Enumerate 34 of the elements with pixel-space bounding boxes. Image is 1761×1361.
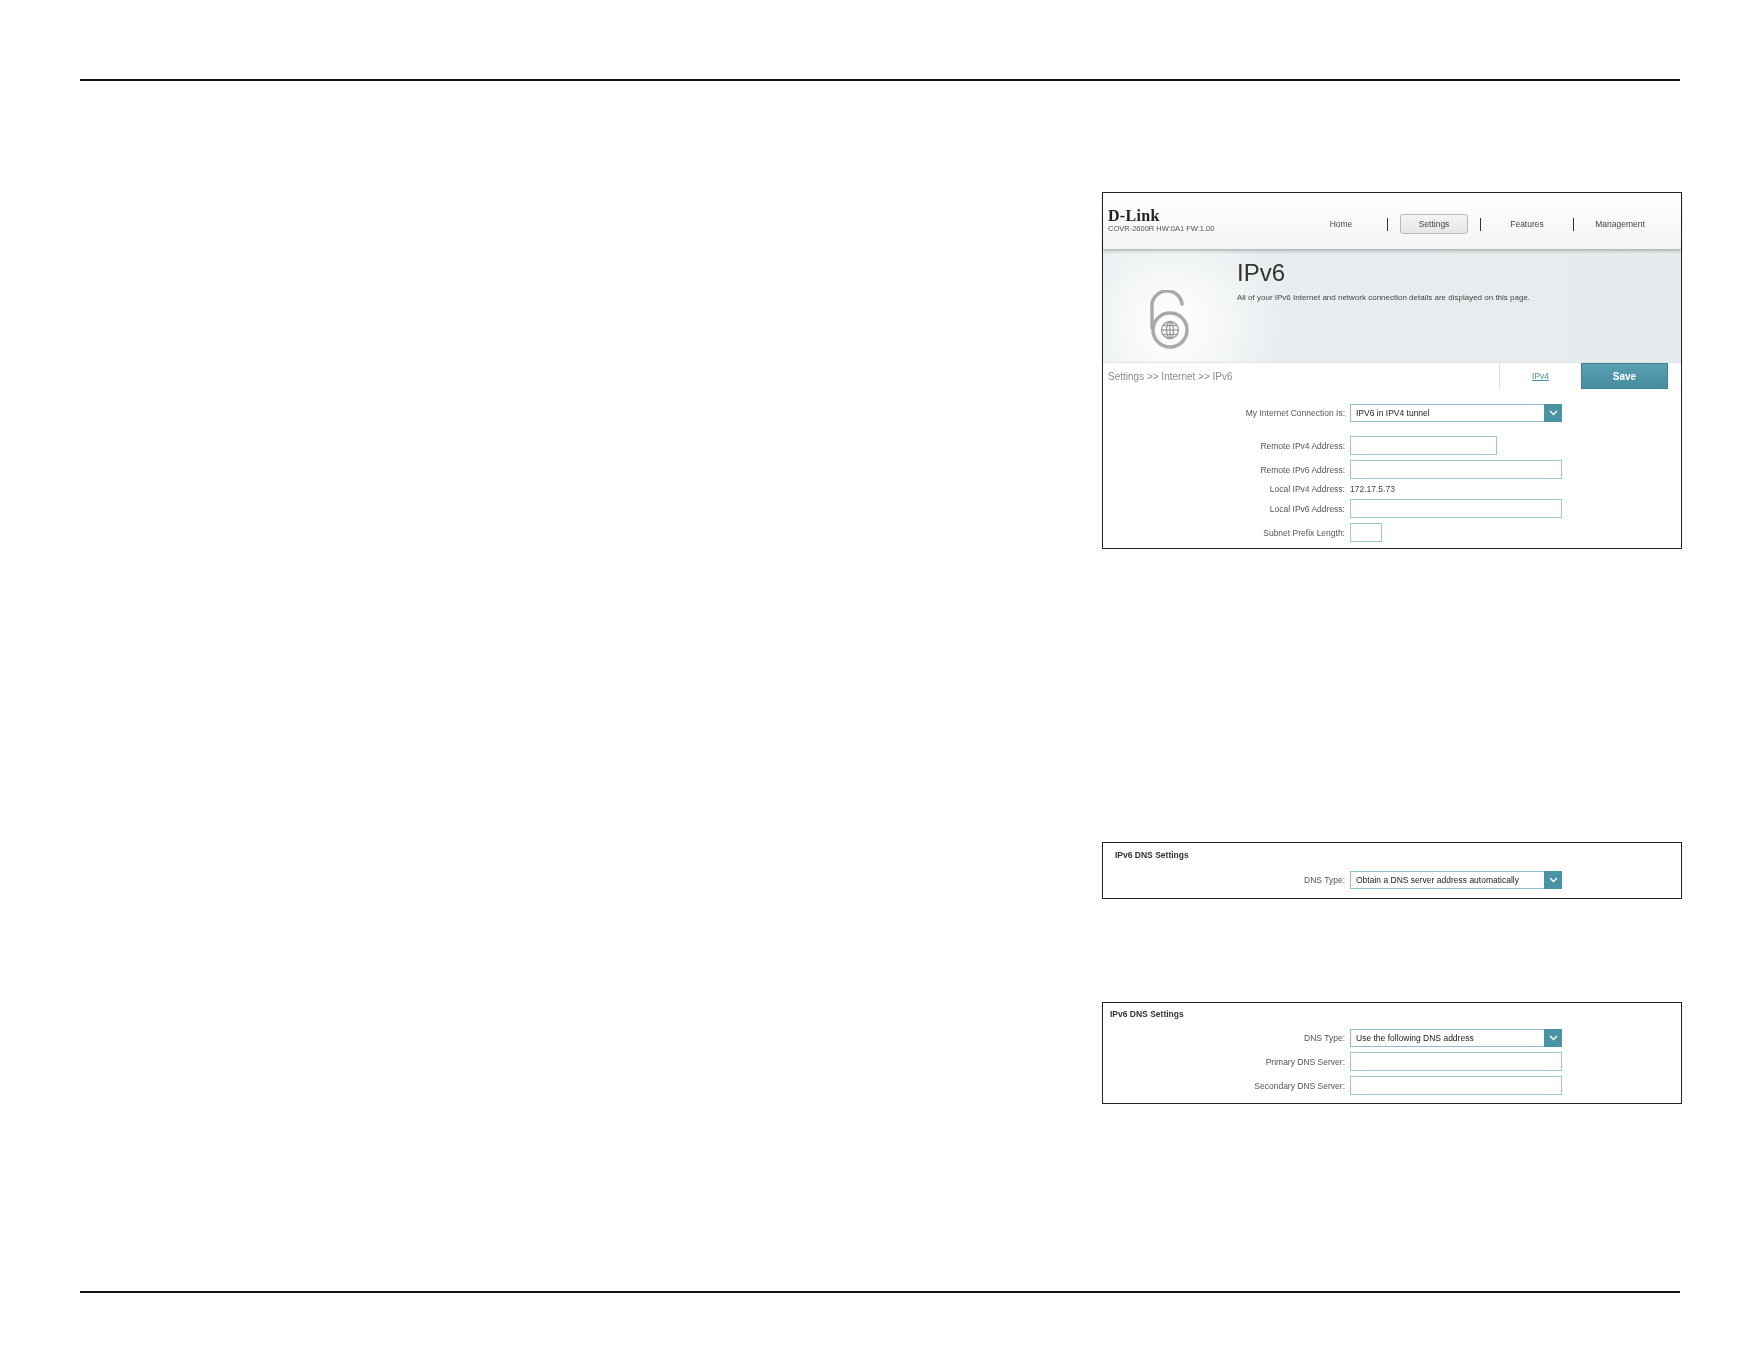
input-field[interactable]: [1350, 499, 1562, 518]
chevron-down-icon: [1544, 871, 1562, 889]
field-label: Local IPv6 Address:: [1269, 503, 1345, 514]
dropdown-select[interactable]: IPV6 in IPV4 tunnel: [1350, 404, 1562, 422]
nav-tab[interactable]: Features: [1493, 214, 1561, 234]
field-label: Secondary DNS Server:: [1254, 1080, 1345, 1091]
page-title: IPv6: [1237, 260, 1286, 286]
nav-tab[interactable]: Settings: [1400, 214, 1468, 234]
chevron-down-icon: [1544, 1029, 1562, 1047]
field-value: 172.17.5.73: [1350, 484, 1395, 494]
nav-tab[interactable]: Home: [1307, 214, 1375, 234]
field-label: Primary DNS Server:: [1265, 1056, 1345, 1067]
field-label: DNS Type:: [1304, 875, 1345, 885]
field-label: Remote IPv6 Address:: [1260, 464, 1345, 475]
input-field[interactable]: [1350, 1076, 1562, 1095]
brand-logo: D-Link: [1108, 208, 1160, 224]
field-label: DNS Type:: [1304, 1033, 1345, 1043]
section-heading: IPv6 DNS Settings: [1115, 850, 1189, 860]
input-field[interactable]: [1350, 436, 1497, 455]
breadcrumb: Settings >> Internet >> IPv6: [1107, 370, 1233, 382]
nav-tab[interactable]: Management: [1586, 214, 1654, 234]
page-description: All of your IPv6 Internet and network connection details are displayed on this page.: [1237, 293, 1531, 303]
ipv4-link[interactable]: IPv4: [1532, 371, 1549, 381]
input-field[interactable]: [1350, 523, 1382, 542]
input-field[interactable]: [1350, 1052, 1562, 1071]
field-label: Local IPv4 Address:: [1269, 484, 1345, 494]
input-field[interactable]: [1350, 460, 1562, 479]
dropdown-select[interactable]: Use the following DNS address: [1350, 1029, 1562, 1047]
section-heading: IPv6 DNS Settings: [1110, 1009, 1184, 1019]
dropdown-select[interactable]: Obtain a DNS server address automatically: [1350, 871, 1562, 889]
field-label: Subnet Prefix Length:: [1263, 527, 1345, 538]
field-label: My Internet Connection Is:: [1245, 408, 1345, 418]
field-label: Remote IPv4 Address:: [1260, 440, 1345, 451]
chevron-down-icon: [1544, 404, 1562, 422]
